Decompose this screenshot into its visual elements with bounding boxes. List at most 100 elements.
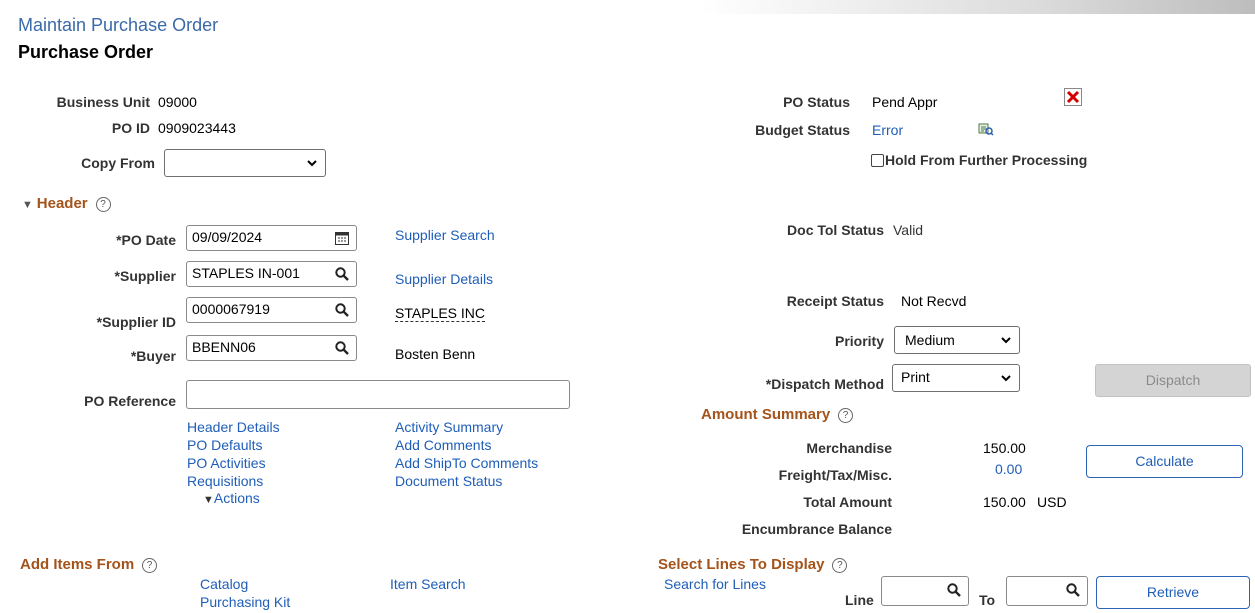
- supplier-search-link[interactable]: Supplier Search: [395, 227, 495, 243]
- buyer-field[interactable]: [186, 335, 357, 361]
- hold-label: Hold From Further Processing: [885, 152, 1088, 168]
- chevron-down-icon: [1001, 337, 1011, 344]
- supplier-field[interactable]: [186, 261, 357, 287]
- delete-x-icon[interactable]: [1064, 88, 1082, 106]
- freight-value-link[interactable]: 0.00: [995, 461, 1022, 477]
- magnifier-icon[interactable]: [1065, 582, 1081, 598]
- encumbrance-label: Encumbrance Balance: [741, 521, 892, 537]
- supplier-label: *Supplier: [114, 268, 176, 284]
- priority-value: Medium: [905, 332, 955, 348]
- po-activities-link[interactable]: PO Activities: [187, 454, 280, 472]
- activity-summary-link[interactable]: Activity Summary: [395, 418, 538, 436]
- amount-summary-header: Amount Summary ?: [701, 406, 854, 423]
- po-date-field[interactable]: [186, 225, 357, 251]
- select-lines-title: Select Lines To Display: [658, 556, 825, 573]
- chevron-down-icon: [1001, 375, 1011, 382]
- purchasing-kit-link[interactable]: Purchasing Kit: [200, 594, 290, 610]
- help-icon[interactable]: ?: [95, 196, 111, 212]
- item-search-link[interactable]: Item Search: [390, 576, 465, 592]
- supplier-input[interactable]: [187, 262, 337, 284]
- buyer-label: *Buyer: [130, 348, 176, 364]
- help-icon[interactable]: ?: [832, 557, 848, 573]
- supplier-name: STAPLES INC: [395, 305, 485, 322]
- buyer-name: Bosten Benn: [395, 346, 476, 362]
- search-for-lines-link[interactable]: Search for Lines: [664, 576, 766, 592]
- to-label: To: [979, 592, 996, 608]
- supplier-id-field[interactable]: [186, 297, 357, 323]
- merchandise-value: 150.00: [983, 440, 1026, 456]
- po-reference-input[interactable]: [187, 381, 567, 403]
- copy-from-select[interactable]: [164, 149, 326, 177]
- magnifier-icon[interactable]: [334, 302, 350, 318]
- total-amount-label: Total Amount: [803, 494, 892, 510]
- business-unit-value: 09000: [158, 94, 197, 110]
- add-items-header: Add Items From ?: [20, 556, 158, 573]
- total-amount-value: 150.00: [983, 494, 1026, 510]
- supplier-id-input[interactable]: [187, 298, 337, 320]
- header-section-title: Header: [36, 195, 88, 212]
- budget-status-link[interactable]: Error: [872, 122, 903, 138]
- header-section-toggle[interactable]: ▼ Header ?: [22, 195, 111, 212]
- priority-label: Priority: [834, 333, 884, 349]
- line-label: Line: [845, 592, 874, 608]
- po-status-label: PO Status: [783, 94, 850, 110]
- supplier-id-label: *Supplier ID: [96, 314, 176, 330]
- merchandise-label: Merchandise: [806, 440, 892, 456]
- business-unit-label: Business Unit: [56, 94, 150, 110]
- po-id-value: 0909023443: [158, 120, 236, 136]
- po-defaults-link[interactable]: PO Defaults: [187, 436, 280, 454]
- budget-detail-icon[interactable]: [978, 121, 994, 137]
- line-to-field[interactable]: [1006, 576, 1088, 606]
- po-reference-field[interactable]: [186, 380, 570, 409]
- triangle-down-icon: ▼: [203, 494, 214, 506]
- budget-status-label: Budget Status: [755, 122, 850, 138]
- magnifier-icon[interactable]: [946, 582, 962, 598]
- retrieve-button[interactable]: Retrieve: [1096, 576, 1250, 609]
- magnifier-icon[interactable]: [334, 340, 350, 356]
- header-links-right: Activity Summary Add Comments Add ShipTo…: [395, 418, 538, 490]
- po-reference-label: PO Reference: [84, 393, 176, 409]
- amount-summary-title: Amount Summary: [701, 406, 831, 423]
- calculate-button[interactable]: Calculate: [1086, 445, 1243, 478]
- actions-menu[interactable]: ▼Actions: [203, 490, 260, 506]
- currency-code: USD: [1037, 494, 1067, 510]
- po-status-value: Pend Appr: [872, 94, 938, 110]
- po-id-label: PO ID: [111, 120, 150, 136]
- buyer-input[interactable]: [187, 336, 337, 358]
- dispatch-method-label: *Dispatch Method: [765, 376, 884, 392]
- dispatch-method-select[interactable]: Print: [892, 364, 1020, 392]
- hold-checkbox[interactable]: [871, 154, 884, 167]
- requisitions-link[interactable]: Requisitions: [187, 472, 280, 490]
- dispatch-method-value: Print: [901, 369, 930, 385]
- help-icon[interactable]: ?: [142, 557, 158, 573]
- doc-tol-status-label: Doc Tol Status: [787, 222, 884, 238]
- catalog-link[interactable]: Catalog: [200, 576, 248, 592]
- line-from-field[interactable]: [881, 576, 969, 606]
- line-to-input[interactable]: [1007, 577, 1069, 599]
- header-links-left: Header Details PO Defaults PO Activities…: [187, 418, 280, 490]
- add-shipto-comments-link[interactable]: Add ShipTo Comments: [395, 454, 538, 472]
- po-date-input[interactable]: [187, 226, 337, 248]
- freight-label: Freight/Tax/Misc.: [778, 467, 892, 483]
- receipt-status-value: Not Recvd: [901, 293, 967, 309]
- receipt-status-label: Receipt Status: [786, 293, 884, 309]
- header-details-link[interactable]: Header Details: [187, 418, 280, 436]
- actions-label: Actions: [213, 490, 260, 506]
- document-status-link[interactable]: Document Status: [395, 472, 538, 490]
- page-subtitle: Purchase Order: [18, 42, 154, 62]
- add-comments-link[interactable]: Add Comments: [395, 436, 538, 454]
- dispatch-button[interactable]: Dispatch: [1095, 364, 1251, 397]
- copy-from-label: Copy From: [81, 155, 155, 171]
- window-edge-decoration: [700, 0, 1255, 14]
- magnifier-icon[interactable]: [334, 266, 350, 282]
- supplier-details-link[interactable]: Supplier Details: [395, 271, 493, 287]
- line-from-input[interactable]: [882, 577, 950, 599]
- triangle-down-icon: ▼: [22, 199, 33, 211]
- priority-select[interactable]: Medium: [894, 326, 1020, 354]
- help-icon[interactable]: ?: [838, 407, 854, 423]
- add-items-title: Add Items From: [20, 556, 135, 573]
- calendar-icon[interactable]: [334, 230, 350, 246]
- select-lines-header: Select Lines To Display ?: [658, 556, 848, 573]
- doc-tol-status-value: Valid: [893, 222, 924, 238]
- chevron-down-icon: [307, 160, 317, 167]
